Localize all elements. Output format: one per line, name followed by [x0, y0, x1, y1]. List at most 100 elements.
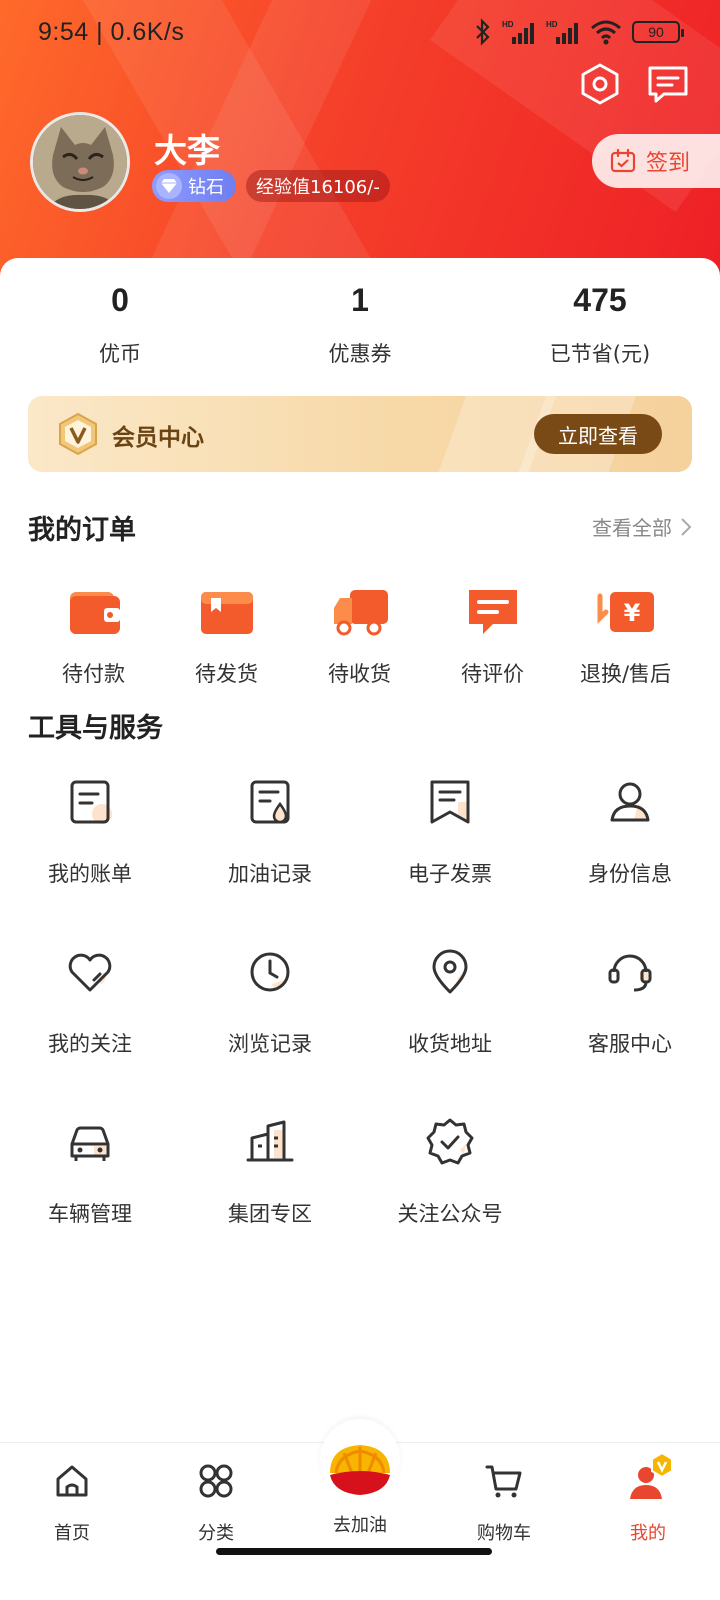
tool-label: 收货地址 [408, 1032, 492, 1056]
tool-customer-service[interactable]: 客服中心 [540, 946, 720, 1058]
tool-identity-info[interactable]: 身份信息 [540, 776, 720, 888]
category-grid-icon [199, 1464, 233, 1498]
member-center-title: 会员中心 [112, 425, 204, 451]
nav-cart[interactable]: 购物车 [432, 1461, 576, 1545]
order-label: 待评价 [461, 662, 524, 686]
order-pending-shipment[interactable]: 待发货 [160, 586, 293, 688]
stat-coins[interactable]: 0 优币 [0, 278, 240, 368]
main-card: 0 优币 1 优惠券 475 已节省(元) 会员中心 立即查看 我的订单 查看全… [0, 258, 720, 1478]
clock-icon [250, 952, 290, 992]
status-time: 9:54 | 0.6K/s [38, 17, 185, 46]
invoice-icon [430, 780, 470, 824]
stat-label: 优币 [99, 342, 141, 366]
profile-header: 9:54 | 0.6K/s HD HD 90 大李 钻石 经验值16106/- … [0, 0, 720, 300]
svg-text:¥: ¥ [623, 599, 640, 627]
tool-label: 我的账单 [48, 862, 132, 886]
tool-label: 我的关注 [48, 1032, 132, 1056]
view-now-button[interactable]: 立即查看 [534, 414, 662, 454]
battery-icon: 90 [632, 21, 684, 43]
order-pending-review[interactable]: 待评价 [426, 586, 559, 688]
package-icon [200, 592, 253, 634]
wallet-icon [69, 592, 120, 634]
signal-icon: HD [502, 20, 534, 44]
stat-saved[interactable]: 475 已节省(元) [480, 278, 720, 368]
tool-my-follows[interactable]: 我的关注 [0, 946, 180, 1058]
status-icons: HD HD 90 [474, 18, 684, 46]
sign-in-label: 签到 [646, 151, 691, 176]
experience-badge[interactable]: 经验值16106/- [246, 170, 390, 202]
username: 大李 [154, 131, 220, 170]
stats-row: 0 优币 1 优惠券 475 已节省(元) [0, 278, 720, 368]
tool-vehicle-management[interactable]: 车辆管理 [0, 1116, 180, 1228]
member-badges: 钻石 经验值16106/- [152, 170, 390, 202]
nav-home[interactable]: 首页 [0, 1461, 144, 1545]
user-icon [610, 782, 650, 822]
order-label: 退换/售后 [579, 662, 672, 686]
diamond-icon [156, 173, 182, 199]
avatar[interactable] [30, 112, 130, 212]
nav-mine[interactable]: 我的 [576, 1451, 720, 1545]
stat-coupons[interactable]: 1 优惠券 [240, 278, 480, 368]
refund-icon: ¥ [597, 592, 654, 632]
stat-label: 已节省(元) [549, 342, 651, 366]
tool-label: 加油记录 [228, 862, 312, 886]
signal-icon-2: HD [546, 20, 578, 44]
order-pending-payment[interactable]: 待付款 [27, 586, 160, 688]
bottom-navigation: 首页 分类 去加油 购物车 我的 [0, 1419, 720, 1600]
sign-in-button[interactable]: 签到 [592, 134, 720, 188]
nav-category[interactable]: 分类 [144, 1461, 288, 1545]
calendar-icon [610, 148, 636, 173]
stat-value: 0 [111, 282, 129, 318]
tool-follow-official-account[interactable]: 关注公众号 [360, 1116, 540, 1228]
nav-label: 去加油 [333, 1515, 387, 1536]
member-center-banner[interactable]: 会员中心 立即查看 [28, 396, 692, 472]
level-label: 钻石 [188, 177, 224, 198]
tool-my-bills[interactable]: 我的账单 [0, 776, 180, 888]
bluetooth-icon [476, 18, 490, 46]
car-icon [70, 1126, 110, 1161]
order-after-sale[interactable]: ¥ 退换/售后 [559, 586, 692, 688]
nav-refuel[interactable]: 去加油 [288, 1445, 432, 1545]
tool-label: 关注公众号 [397, 1202, 503, 1226]
tool-browse-history[interactable]: 浏览记录 [180, 946, 360, 1058]
order-label: 待收货 [328, 662, 391, 686]
level-badge: 钻石 [152, 170, 236, 202]
see-all-orders-link[interactable]: 查看全部 [592, 512, 692, 541]
bill-icon [70, 780, 112, 824]
settings-button[interactable] [578, 62, 622, 106]
verified-badge-icon [426, 1118, 474, 1165]
tool-e-invoice[interactable]: 电子发票 [360, 776, 540, 888]
header-actions [578, 62, 690, 106]
tool-label: 电子发票 [408, 862, 492, 886]
comment-icon [468, 590, 517, 634]
status-bar: 9:54 | 0.6K/s HD HD 90 [38, 14, 684, 50]
svg-text:HD: HD [502, 20, 514, 29]
vip-shield-icon [59, 412, 97, 456]
tool-shipping-address[interactable]: 收货地址 [360, 946, 540, 1058]
stat-label: 优惠券 [328, 342, 392, 366]
nav-label: 购物车 [477, 1523, 531, 1544]
headset-icon [608, 954, 652, 992]
tool-label: 客服中心 [588, 1032, 672, 1056]
order-label: 待发货 [195, 662, 258, 686]
stat-value: 475 [573, 282, 627, 318]
tool-label: 车辆管理 [48, 1202, 132, 1226]
truck-icon [333, 590, 388, 636]
building-icon [246, 1120, 294, 1162]
chevron-right-icon [681, 517, 692, 536]
nav-label: 分类 [198, 1523, 234, 1544]
message-icon [648, 66, 688, 103]
svg-text:HD: HD [546, 20, 558, 29]
tool-fuel-records[interactable]: 加油记录 [180, 776, 360, 888]
messages-button[interactable] [646, 62, 690, 106]
tool-group-zone[interactable]: 集团专区 [180, 1116, 360, 1228]
order-pending-receipt[interactable]: 待收货 [293, 586, 426, 688]
tool-label: 身份信息 [588, 862, 672, 886]
order-status-row: 待付款 待发货 待收货 待评价 ¥ 退换/售后 [0, 586, 720, 688]
tools-title: 工具与服务 [28, 713, 163, 744]
fuel-record-icon [250, 780, 290, 824]
tool-label: 浏览记录 [228, 1032, 312, 1056]
location-pin-icon [432, 949, 468, 994]
settings-hexagon-icon [581, 63, 619, 105]
heart-icon [68, 953, 112, 992]
